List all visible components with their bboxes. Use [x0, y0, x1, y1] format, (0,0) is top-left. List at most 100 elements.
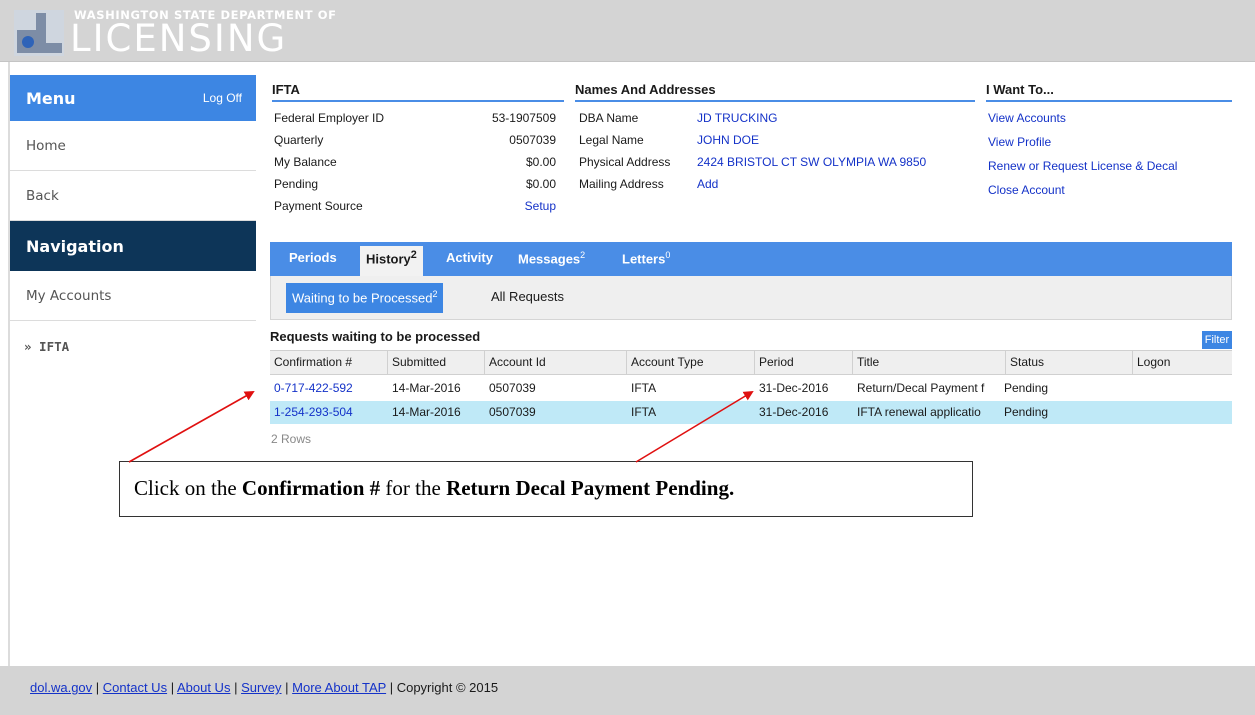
tab-count: 0	[665, 250, 671, 260]
filter-button[interactable]: Filter	[1202, 331, 1232, 349]
table-cell: 14-Mar-2016	[392, 381, 461, 395]
tab-history[interactable]: History2	[360, 246, 423, 276]
names-field-physical: Physical Address 2424 BRISTOL CT SW OLYM…	[579, 151, 979, 173]
callout-bold: Return Decal Payment Pending.	[446, 476, 735, 500]
field-value: 53-1907509	[491, 111, 556, 125]
column-header[interactable]: Logon	[1133, 351, 1232, 374]
column-header[interactable]: Submitted	[388, 351, 485, 374]
footer-link-more-tap[interactable]: More About TAP	[292, 680, 386, 695]
column-header[interactable]: Account Id	[485, 351, 627, 374]
names-field-dba: DBA Name JD TRUCKING	[579, 107, 979, 129]
payment-setup-link[interactable]: Setup	[525, 195, 556, 217]
physical-address-link[interactable]: 2424 BRISTOL CT SW OLYMPIA WA 9850	[697, 151, 926, 173]
ifta-field-pending: Pending $0.00	[274, 173, 556, 195]
close-account-link[interactable]: Close Account	[988, 178, 1232, 202]
table-cell: IFTA	[631, 381, 657, 395]
footer-link-survey[interactable]: Survey	[241, 680, 281, 695]
instruction-callout: Click on the Confirmation # for the Retu…	[119, 461, 973, 517]
column-header[interactable]: Period	[755, 351, 853, 374]
tab-letters[interactable]: Letters0	[622, 250, 670, 266]
left-edge	[0, 62, 10, 666]
tab-label: Letters	[622, 251, 666, 267]
site-footer: dol.wa.gov | Contact Us | About Us | Sur…	[0, 666, 1255, 715]
column-header[interactable]: Status	[1006, 351, 1133, 374]
menu-title: Menu	[26, 88, 76, 108]
ifta-field-quarterly: Quarterly 0507039	[274, 129, 556, 151]
names-fields: DBA Name JD TRUCKING Legal Name JOHN DOE…	[579, 107, 979, 195]
tab-label: History	[366, 251, 411, 267]
names-field-legal: Legal Name JOHN DOE	[579, 129, 979, 151]
renew-license-link[interactable]: Renew or Request License & Decal	[988, 154, 1232, 178]
table-row[interactable]: 0-717-422-592 14-Mar-2016 0507039 IFTA 3…	[270, 377, 1232, 400]
table-cell: Return/Decal Payment f	[857, 381, 985, 395]
field-value: 0507039	[509, 133, 556, 147]
column-header[interactable]: Title	[853, 351, 1006, 374]
field-label: Physical Address	[579, 155, 671, 169]
sidebar-item-back[interactable]: Back	[10, 171, 256, 221]
requests-title: Requests waiting to be processed	[270, 329, 481, 344]
navigation-header: Navigation	[10, 221, 256, 271]
site-header: WASHINGTON STATE DEPARTMENT OF LICENSING	[0, 0, 1255, 62]
column-header[interactable]: Account Type	[627, 351, 755, 374]
names-section-title: Names And Addresses	[575, 82, 975, 102]
tab-label: Messages	[518, 251, 581, 267]
logoff-link[interactable]: Log Off	[203, 91, 242, 105]
table-cell	[1133, 401, 1232, 424]
footer-separator: |	[281, 680, 293, 695]
callout-text: Click on the	[134, 476, 242, 500]
field-label: Federal Employer ID	[274, 111, 385, 125]
tab-count: 2	[580, 250, 586, 260]
field-value: $0.00	[525, 155, 556, 169]
footer-separator: |	[167, 680, 177, 695]
mailing-address-add-link[interactable]: Add	[697, 173, 718, 195]
subtab-bar: Waiting to be Processed2 All Requests	[270, 276, 1232, 320]
sidebar-item-my-accounts[interactable]: My Accounts	[10, 271, 256, 321]
subtab-label: Waiting to be Processed	[292, 290, 433, 306]
table-cell: 31-Dec-2016	[759, 381, 829, 395]
field-label: Payment Source	[274, 199, 363, 213]
names-field-mailing: Mailing Address Add	[579, 173, 979, 195]
subtab-waiting[interactable]: Waiting to be Processed2	[286, 283, 444, 313]
table-cell: 14-Mar-2016	[392, 405, 461, 419]
footer-separator: |	[92, 680, 103, 695]
field-label: DBA Name	[579, 111, 639, 125]
legal-name-link[interactable]: JOHN DOE	[697, 129, 759, 151]
view-profile-link[interactable]: View Profile	[988, 130, 1232, 154]
view-accounts-link[interactable]: View Accounts	[988, 106, 1232, 130]
table-cell: 31-Dec-2016	[759, 405, 829, 419]
sidebar-item-ifta[interactable]: » IFTA	[10, 321, 256, 371]
status-cell: Pending	[1004, 381, 1049, 395]
sidebar-item-home[interactable]: Home	[10, 121, 256, 171]
confirmation-link[interactable]: 1-254-293-504	[270, 401, 388, 424]
tab-periods[interactable]: Periods	[289, 250, 337, 265]
field-label: My Balance	[274, 155, 337, 169]
field-label: Legal Name	[579, 133, 644, 147]
footer-link-contact[interactable]: Contact Us	[103, 680, 167, 695]
subtab-count: 2	[432, 289, 438, 299]
footer-link-about[interactable]: About Us	[177, 680, 230, 695]
ifta-field-balance: My Balance $0.00	[274, 151, 556, 173]
iwant-links: View Accounts View Profile Renew or Requ…	[988, 106, 1232, 202]
ifta-section-title: IFTA	[272, 82, 564, 102]
tab-count: 2	[410, 249, 417, 261]
table-cell: 0507039	[489, 381, 536, 395]
footer-separator: |	[386, 680, 397, 695]
table-cell: 0507039	[489, 405, 536, 419]
column-header[interactable]: Confirmation #	[270, 351, 388, 374]
subtab-all-requests[interactable]: All Requests	[491, 289, 564, 304]
callout-bold: Confirmation #	[241, 476, 381, 500]
dba-name-link[interactable]: JD TRUCKING	[697, 107, 777, 129]
iwant-section-title: I Want To...	[986, 82, 1232, 102]
status-cell: Pending	[1004, 405, 1049, 419]
dol-logo-icon	[14, 10, 64, 56]
tab-messages[interactable]: Messages2	[518, 250, 585, 266]
confirmation-link[interactable]: 0-717-422-592	[270, 377, 388, 400]
sidebar: Menu Log Off Home Back Navigation My Acc…	[10, 75, 256, 666]
footer-link-dol[interactable]: dol.wa.gov	[30, 680, 92, 695]
ifta-field-payment-source: Payment Source Setup	[274, 195, 556, 217]
copyright-text: Copyright © 2015	[396, 680, 499, 695]
table-row[interactable]: 1-254-293-504 14-Mar-2016 0507039 IFTA 3…	[270, 401, 1232, 424]
table-header: Confirmation # Submitted Account Id Acco…	[270, 350, 1232, 375]
menu-header: Menu Log Off	[10, 75, 256, 121]
tab-activity[interactable]: Activity	[446, 250, 493, 265]
